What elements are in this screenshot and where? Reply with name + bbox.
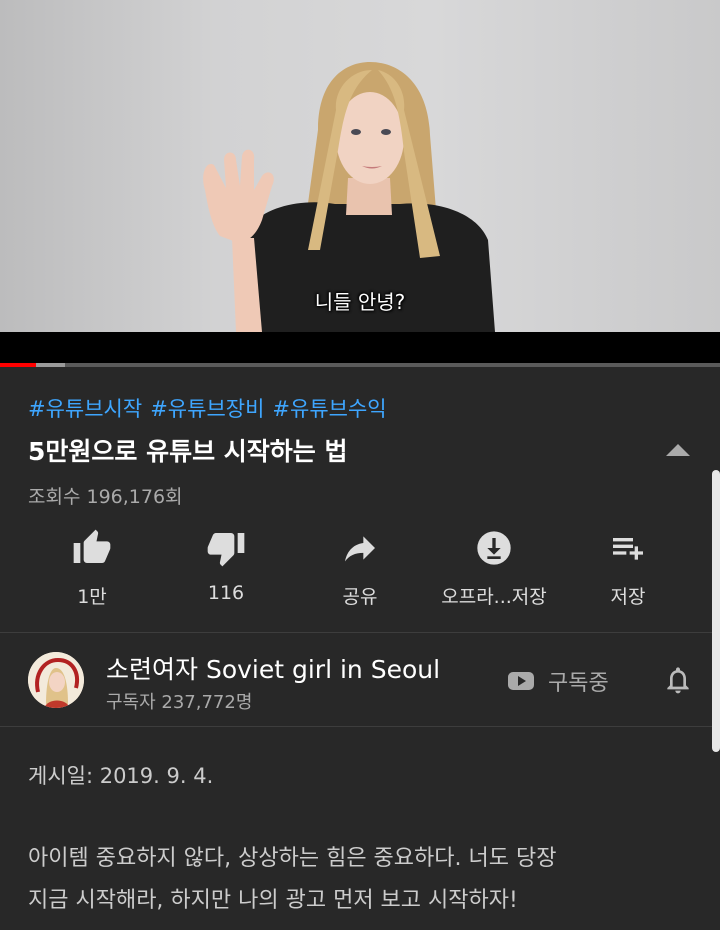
- save-button[interactable]: 저장: [558, 528, 698, 609]
- youtube-play-icon: [508, 672, 534, 690]
- avatar-image: [28, 652, 84, 708]
- video-description: 아이템 중요하지 않다, 상상하는 힘은 중요하다. 너도 당장 지금 시작해라…: [28, 838, 698, 922]
- share-label: 공유: [342, 586, 378, 608]
- video-subtitle: 니들 안녕?: [314, 290, 406, 314]
- hashtag-link[interactable]: #유튜브장비: [150, 397, 264, 421]
- scrollbar[interactable]: [712, 470, 720, 752]
- download-button[interactable]: 오프라...저장: [424, 528, 564, 609]
- download-label: 오프라...저장: [441, 586, 547, 608]
- thumbs-down-icon: [207, 533, 245, 567]
- hashtag-list: #유튜브시작 #유튜브장비 #유튜브수익: [28, 393, 395, 423]
- subscriber-count: 구독자 237,772명: [106, 692, 253, 713]
- video-player[interactable]: 니들 안녕?: [0, 0, 720, 332]
- video-frame: [203, 62, 495, 332]
- collapse-chevron-icon[interactable]: [664, 440, 692, 460]
- hashtag-link[interactable]: #유튜브시작: [28, 397, 142, 421]
- video-progress-bar[interactable]: [0, 363, 720, 367]
- hashtag-link[interactable]: #유튜브수익: [272, 397, 386, 421]
- playlist-add-icon: [613, 538, 643, 560]
- notification-bell-icon[interactable]: [662, 662, 694, 698]
- like-count: 1만: [77, 586, 107, 608]
- view-count: 조회수 196,176회: [28, 486, 183, 508]
- divider: [0, 726, 720, 727]
- action-bar: 1만 116 공유 오프라...저장 저장: [0, 528, 720, 616]
- publish-date: 게시일: 2019. 9. 4.: [28, 764, 214, 788]
- channel-row: 소련여자 Soviet girl in Seoul 구독자 237,772명 구…: [0, 634, 720, 726]
- like-button[interactable]: 1만: [22, 528, 162, 609]
- dislike-button[interactable]: 116: [156, 528, 296, 604]
- player-letterbox: [0, 332, 720, 364]
- progress-played: [0, 363, 36, 367]
- description-line: 지금 시작해라, 하지만 나의 광고 먼저 보고 시작하자!: [28, 888, 518, 913]
- dislike-count: 116: [207, 582, 245, 604]
- subscribed-button[interactable]: 구독중: [508, 664, 609, 698]
- divider: [0, 632, 720, 633]
- video-title[interactable]: 5만원으로 유튜브 시작하는 법: [28, 432, 348, 468]
- description-line: 아이템 중요하지 않다, 상상하는 힘은 중요하다. 너도 당장: [28, 846, 557, 871]
- share-button[interactable]: 공유: [290, 528, 430, 609]
- share-icon: [345, 536, 375, 562]
- thumbs-up-icon: [73, 529, 111, 563]
- download-icon: [477, 531, 511, 565]
- save-label: 저장: [610, 586, 646, 608]
- channel-avatar[interactable]: [28, 652, 84, 708]
- subscribed-label: 구독중: [548, 671, 609, 696]
- channel-name[interactable]: 소련여자 Soviet girl in Seoul: [106, 650, 440, 686]
